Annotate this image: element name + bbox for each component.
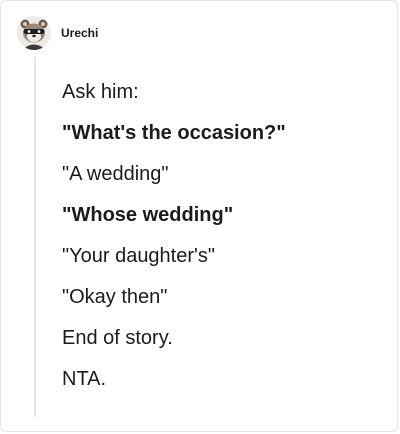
raccoon-avatar-icon (17, 16, 51, 50)
comment-paragraph: "Okay then" (62, 286, 168, 308)
comment-paragraph: "Your daughter's" (62, 245, 215, 267)
avatar[interactable] (17, 16, 51, 50)
username[interactable]: Urechi (61, 26, 98, 40)
comment-paragraph: "Whose wedding" (62, 204, 234, 226)
thread-line[interactable] (34, 57, 36, 417)
comment-body: Ask him: "What's the occasion?" "A wedding… (62, 81, 382, 409)
comment-card: Urechi Ask him: "What's the occasion?" "A … (0, 0, 398, 432)
comment-paragraph: NTA. (62, 368, 107, 390)
comment-paragraph: Ask him: (62, 81, 139, 103)
comment-paragraph: "What's the occasion?" (62, 122, 286, 144)
comment-paragraph: End of story. (62, 327, 173, 349)
comment-paragraph: "A wedding" (62, 163, 169, 185)
comment-header: Urechi (17, 16, 98, 50)
